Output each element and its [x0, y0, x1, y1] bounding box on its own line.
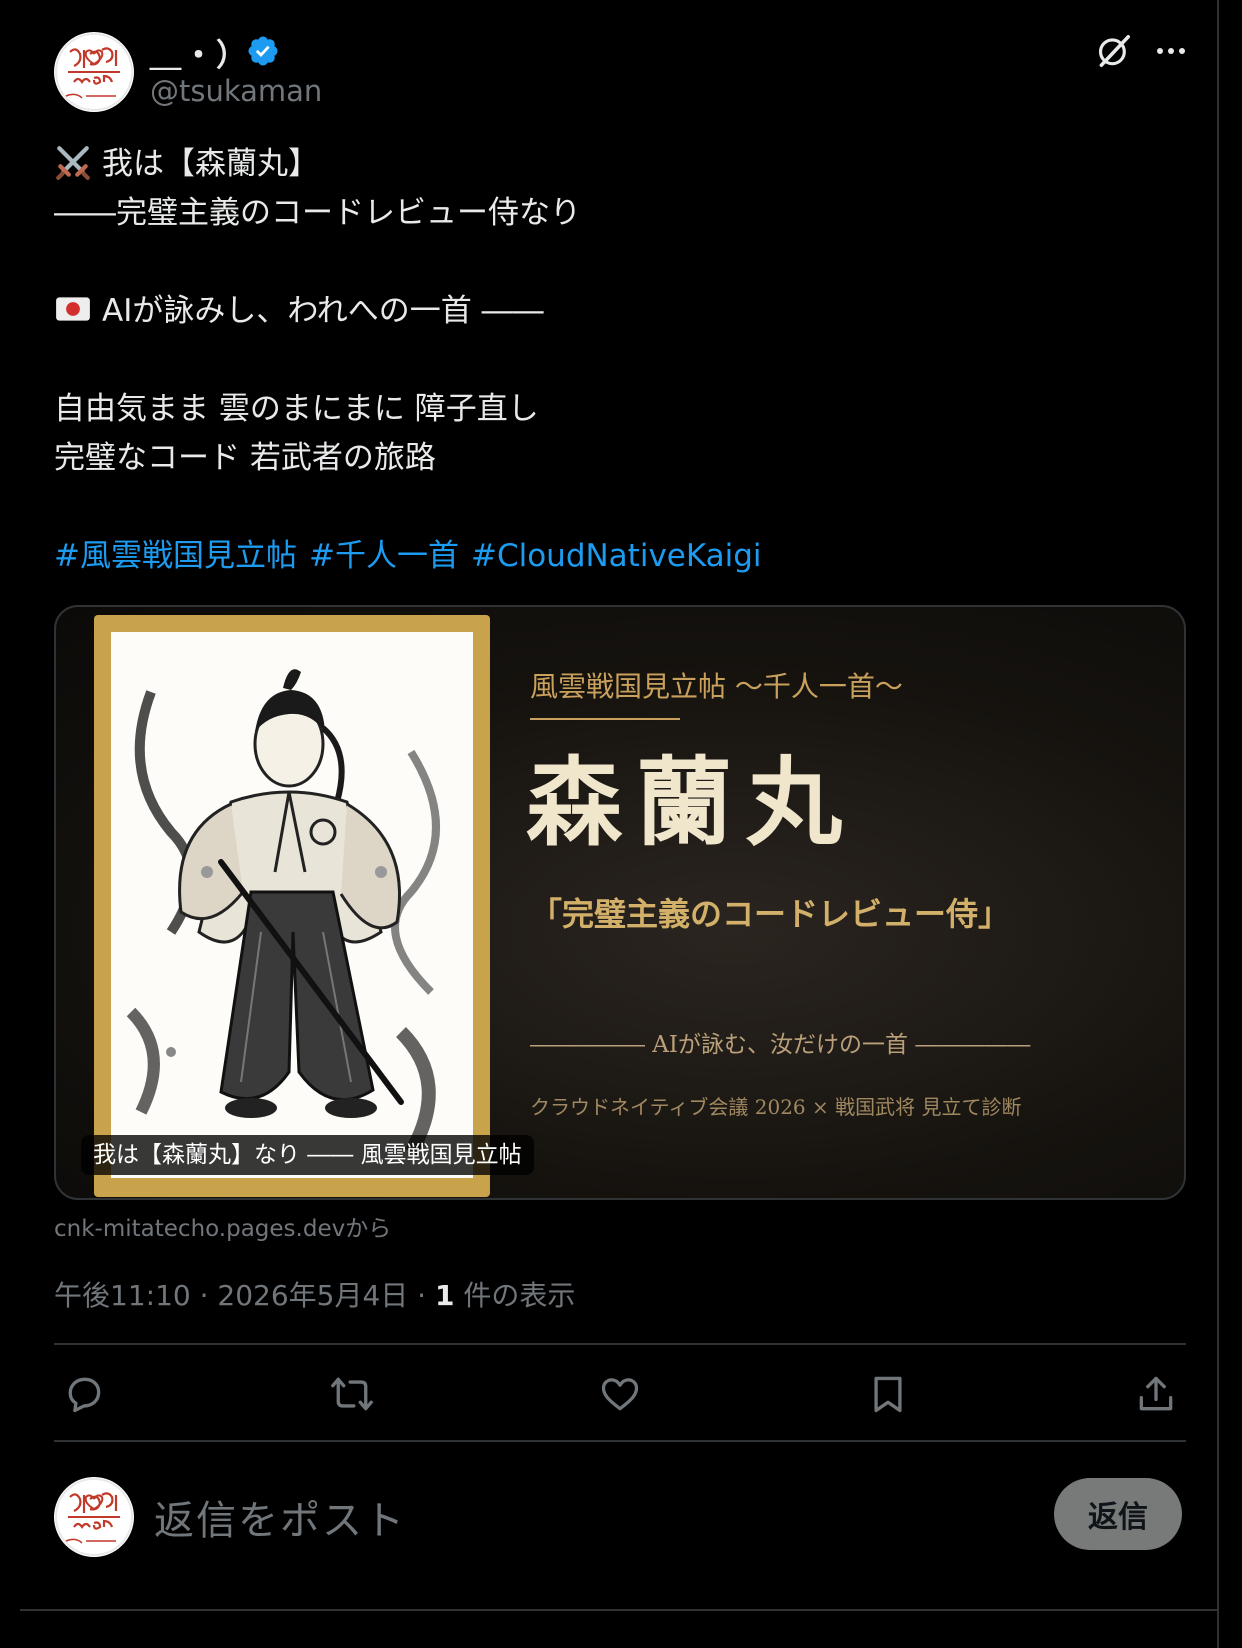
share-icon	[1139, 1376, 1173, 1411]
samurai-illustration	[111, 632, 473, 1178]
author-handle[interactable]: @tsukaman	[150, 74, 322, 108]
more-options-icon[interactable]	[1154, 36, 1188, 66]
poem-line-2: 完璧なコード 若武者の旅路	[54, 440, 436, 476]
japan-flag-icon	[56, 297, 90, 321]
poem-line-1: 自由気まま 雲のまにまに 障子直し	[54, 391, 539, 427]
share-button[interactable]	[1134, 1372, 1178, 1416]
divider	[54, 1440, 1186, 1442]
reply-icon	[68, 1377, 101, 1413]
view-count: 1	[434, 1279, 455, 1312]
avatar-logo-icon	[55, 1478, 133, 1556]
card-ai-line: ――――― AIが詠む、汝だけの一首 ―――――	[530, 1032, 1031, 1058]
card-tagline: 「完璧主義のコードレビュー侍」	[530, 895, 1011, 933]
repost-icon	[331, 1377, 373, 1411]
card-title: 森蘭丸	[526, 746, 856, 859]
crossed-swords-icon	[56, 146, 90, 180]
card-footer: クラウドネイティブ会議 2026 × 戦国武将 見立て診断	[530, 1095, 1022, 1119]
grok-icon[interactable]	[1095, 32, 1133, 70]
like-icon	[601, 1378, 639, 1411]
card-caption-overlay: 我は【森蘭丸】なり ―― 風雲戦国見立帖	[81, 1135, 534, 1175]
post-line-3: AIが詠みし、われへの一首 ――	[102, 293, 544, 329]
author-avatar[interactable]	[54, 32, 134, 112]
post-line-1: 我は【森蘭丸】	[102, 146, 319, 182]
post-text: 我は【森蘭丸】 ――完璧主義のコードレビュー侍なり AIが詠みし、われへの一首 …	[54, 140, 1184, 581]
view-label: 件の表示	[454, 1279, 576, 1312]
column-bottom-border	[20, 1609, 1217, 1611]
hashtag-row: #風雲戦国見立帖 #千人一首 #CloudNativeKaigi	[54, 532, 1184, 581]
post-text-line: AIが詠みし、われへの一首 ――	[54, 287, 1184, 336]
card-source-domain[interactable]: cnk-mitatecho.pages.devから	[54, 1209, 391, 1243]
link-card[interactable]: 風雲戦国見立帖 〜千人一首〜 森蘭丸 「完璧主義のコードレビュー侍」 ―――――…	[54, 605, 1186, 1200]
avatar-logo-icon	[55, 33, 133, 111]
hashtag-link[interactable]: #風雲戦国見立帖	[54, 538, 297, 574]
reply-input[interactable]: 返信をポスト	[154, 1488, 406, 1546]
post-meta: 午後11:10 · 2026年5月4日 · 1 件の表示	[54, 1274, 575, 1314]
author-display-name[interactable]: ＿・）	[150, 30, 249, 75]
repost-button[interactable]	[330, 1372, 374, 1416]
reply-submit-button[interactable]: 返信	[1054, 1478, 1182, 1550]
card-divider	[530, 718, 680, 720]
current-user-avatar[interactable]	[54, 1477, 134, 1557]
verified-badge-icon	[248, 36, 278, 66]
hashtag-link[interactable]: #千人一首	[309, 538, 459, 574]
bookmark-icon	[874, 1376, 902, 1413]
hashtag-link[interactable]: #CloudNativeKaigi	[471, 538, 762, 574]
post-text-line: 我は【森蘭丸】	[54, 140, 1184, 189]
reply-button[interactable]	[62, 1372, 106, 1416]
like-button[interactable]	[598, 1372, 642, 1416]
column-border	[1217, 0, 1219, 1648]
post-line-2: ――完璧主義のコードレビュー侍なり	[54, 195, 581, 231]
post-detail: ＿・） @tsukaman 我は【森蘭丸】 ――完璧主義のコードレビュー侍なり	[0, 0, 1242, 1648]
post-timestamp[interactable]: 午後11:10 · 2026年5月4日 ·	[54, 1279, 435, 1312]
divider	[54, 1343, 1186, 1345]
card-subtitle: 風雲戦国見立帖 〜千人一首〜	[530, 670, 903, 703]
bookmark-button[interactable]	[866, 1372, 910, 1416]
card-art-frame	[94, 615, 490, 1197]
